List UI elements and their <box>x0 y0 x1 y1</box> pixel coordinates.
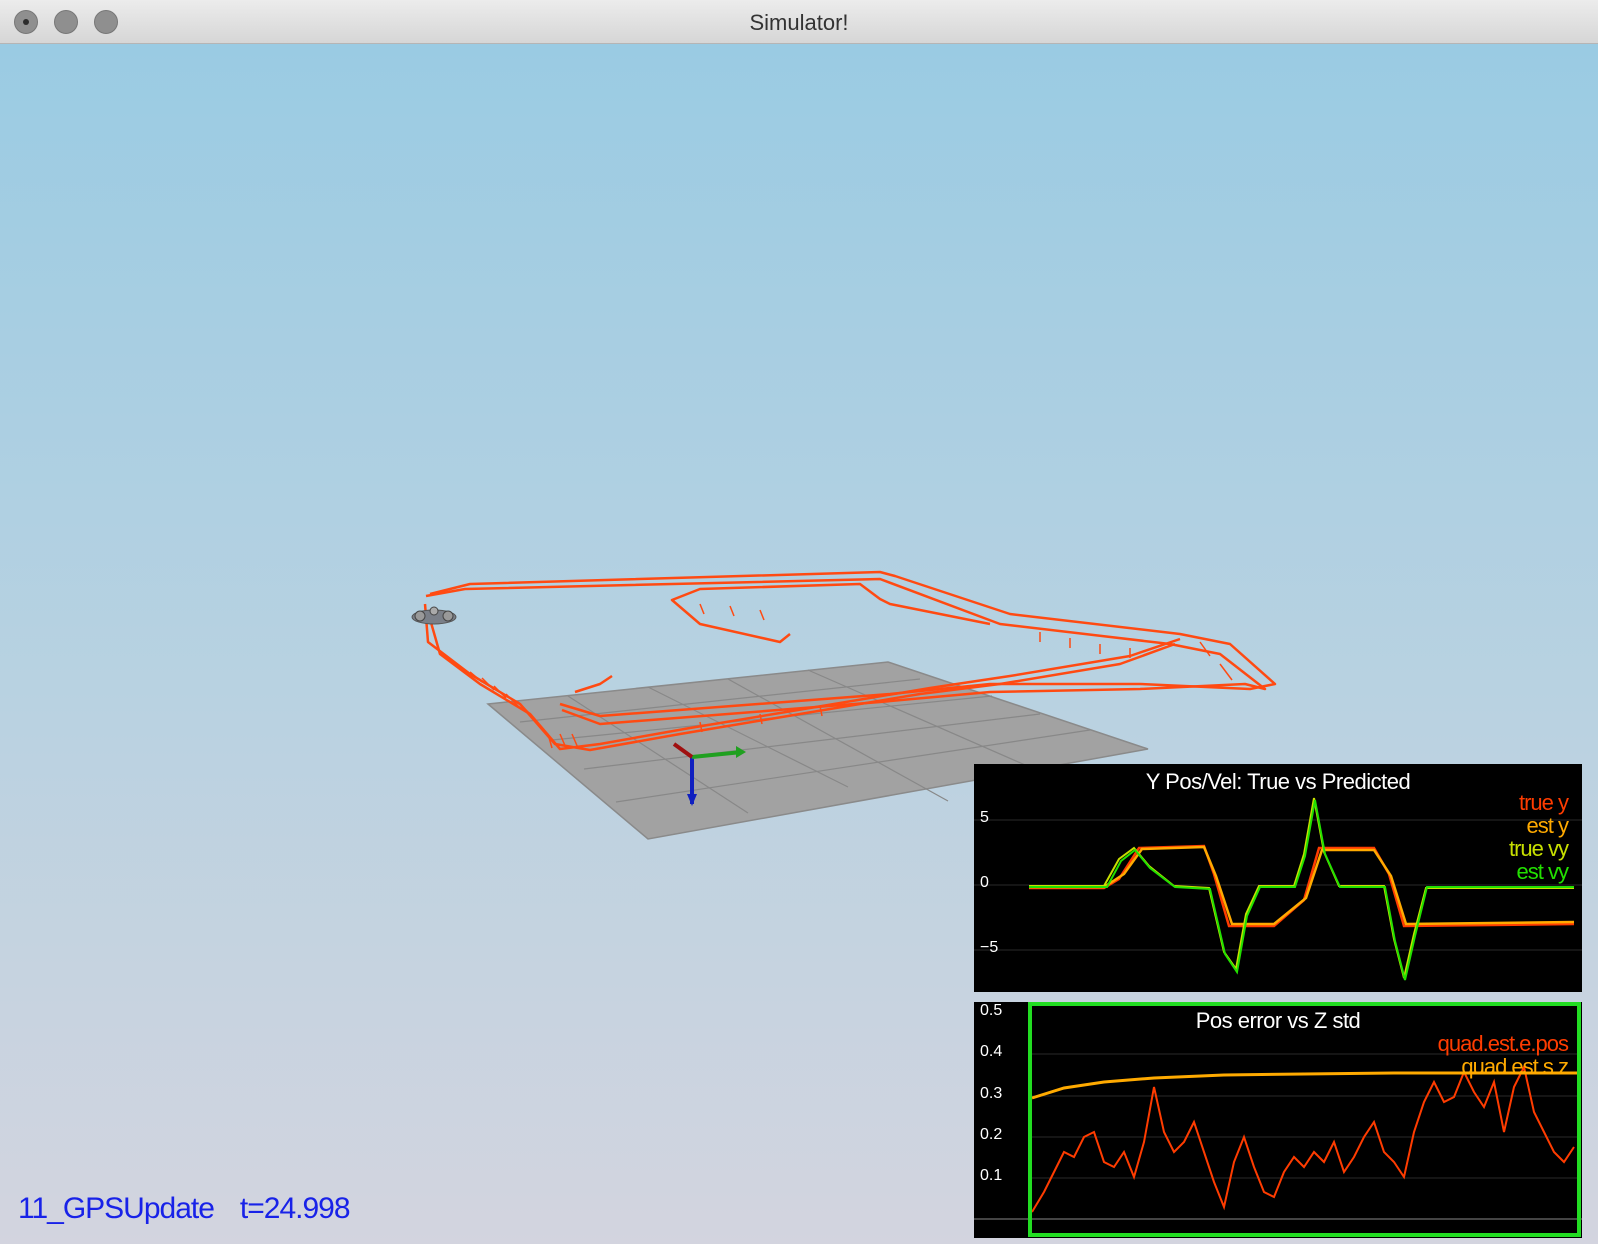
plot-y-pos-vel: Y Pos/Vel: True vs Predicted true y est … <box>974 764 1582 992</box>
ytick-0-1: 0.1 <box>980 1167 1003 1184</box>
window-title: Simulator! <box>749 10 849 35</box>
ytick-0-3: 0.3 <box>980 1085 1003 1102</box>
plot-y-pos-vel-legend: true y est y true vy est vy <box>1508 790 1569 884</box>
plot-pos-error: Pos error vs Z std quad.est.e.pos quad.e… <box>974 1002 1582 1238</box>
quadcopter-icon <box>411 606 457 625</box>
ytick-5: 5 <box>980 809 989 826</box>
ytick-0-5: 0.5 <box>980 1002 1003 1019</box>
plot-y-pos-vel-canvas <box>974 797 1582 981</box>
legend-true-vy: true vy <box>1508 836 1569 861</box>
3d-viewport[interactable]: Y Pos/Vel: True vs Predicted true y est … <box>0 44 1598 1244</box>
series-pos-error <box>1031 1064 1575 1213</box>
ytick-0-4: 0.4 <box>980 1043 1003 1060</box>
legend-est-vy: est vy <box>1516 859 1569 884</box>
plot-y-pos-vel-title: Y Pos/Vel: True vs Predicted <box>1145 769 1411 794</box>
ytick-0-2: 0.2 <box>980 1126 1003 1143</box>
ytick-0: 0 <box>980 874 989 891</box>
legend-est-y: est y <box>1526 813 1569 838</box>
series-est-vy <box>1029 799 1574 981</box>
sim-time: t=24.998 <box>239 1192 351 1225</box>
legend-z-std: quad.est.s.z <box>1461 1054 1569 1079</box>
legend-true-y: true y <box>1518 790 1569 815</box>
status-line: 11_GPSUpdate t=24.998 <box>18 1192 376 1226</box>
plot-pos-error-legend: quad.est.e.pos quad.est.s.z <box>1437 1031 1569 1079</box>
title-bar: Simulator! <box>0 0 1598 44</box>
scenario-name: 11_GPSUpdate <box>18 1192 215 1225</box>
legend-pos-error: quad.est.e.pos <box>1437 1031 1569 1056</box>
ytick-neg5: −5 <box>980 939 999 956</box>
